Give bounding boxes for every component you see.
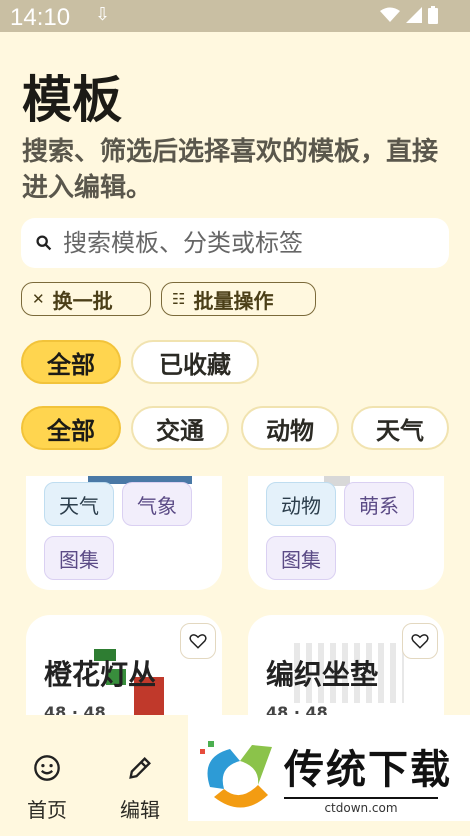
chip-label: 已收藏 — [159, 350, 231, 379]
heart-icon — [411, 634, 429, 649]
watermark-url: ctdown.com — [284, 797, 438, 815]
chip-scope-favorites[interactable]: 已收藏 — [131, 340, 259, 384]
chip-label: 交通 — [156, 416, 204, 445]
card-title: 橙花灯丛 — [44, 658, 157, 691]
chip-category-traffic[interactable]: 交通 — [131, 406, 229, 450]
page-title: 模板 — [22, 71, 122, 129]
signal-icon — [406, 7, 422, 23]
tag-label: 天气 — [59, 493, 99, 518]
chip-category-animal[interactable]: 动物 — [241, 406, 339, 450]
tag: 图集 — [44, 536, 114, 580]
tag-label: 图集 — [281, 547, 321, 572]
nav-item-home[interactable]: 首页 — [17, 754, 77, 823]
tag-label: 萌系 — [359, 493, 399, 518]
tag-label: 动物 — [281, 493, 321, 518]
card-meta: 48 · 48 — [44, 703, 106, 715]
shuffle-icon: ✕ — [32, 290, 45, 308]
chip-label: 动物 — [266, 416, 314, 445]
search-icon — [36, 235, 52, 251]
heart-icon — [189, 634, 207, 649]
smile-icon — [34, 755, 60, 781]
chip-label: 天气 — [376, 416, 424, 445]
batch-operation-button[interactable]: ☷ 批量操作 — [161, 282, 316, 316]
shuffle-label: 换一批 — [52, 288, 113, 313]
status-bar: 14:10 ⇩ — [0, 0, 470, 32]
chip-label: 全部 — [47, 350, 95, 379]
tag: 气象 — [122, 482, 192, 526]
battery-icon — [428, 6, 438, 24]
batch-label: 批量操作 — [193, 288, 274, 313]
edit-icon — [129, 757, 151, 779]
tag-label: 气象 — [137, 493, 177, 518]
tag: 天气 — [44, 482, 114, 526]
nav-item-edit[interactable]: 编辑 — [110, 754, 170, 823]
search-input[interactable] — [63, 229, 423, 257]
checklist-icon: ☷ — [172, 290, 186, 308]
template-card[interactable]: 天气 气象 图集 — [26, 476, 222, 590]
status-time: 14:10 — [10, 4, 71, 31]
chip-label: 全部 — [47, 416, 95, 445]
favorite-button[interactable] — [180, 623, 216, 659]
chip-category-all[interactable]: 全部 — [21, 406, 121, 450]
card-meta: 48 · 48 — [266, 703, 328, 715]
favorite-button[interactable] — [402, 623, 438, 659]
template-card[interactable]: 动物 萌系 图集 — [248, 476, 444, 590]
search-bar[interactable] — [21, 218, 449, 268]
download-icon: ⇩ — [95, 4, 111, 25]
template-card[interactable]: 编织坐垫 48 · 48 — [248, 615, 444, 715]
wifi-icon — [380, 7, 400, 22]
chip-category-weather[interactable]: 天气 — [351, 406, 449, 450]
chip-scope-all[interactable]: 全部 — [21, 340, 121, 384]
tag: 动物 — [266, 482, 336, 526]
template-card[interactable]: 橙花灯丛 48 · 48 — [26, 615, 222, 715]
system-icons — [380, 6, 438, 24]
watermark-logo: 传统下载 ctdown.com — [188, 715, 470, 821]
page-subtitle: 搜索、筛选后选择喜欢的模板，直接进入编辑。 — [22, 137, 439, 203]
tag-label: 图集 — [59, 547, 99, 572]
card-title: 编织坐垫 — [266, 658, 379, 691]
tag: 图集 — [266, 536, 336, 580]
tag: 萌系 — [344, 482, 414, 526]
watermark-text: 传统下载 — [284, 747, 452, 793]
watermark-logo-icon — [200, 741, 272, 808]
shuffle-button[interactable]: ✕ 换一批 — [21, 282, 151, 316]
nav-label: 首页 — [27, 798, 67, 822]
nav-label: 编辑 — [120, 798, 160, 822]
